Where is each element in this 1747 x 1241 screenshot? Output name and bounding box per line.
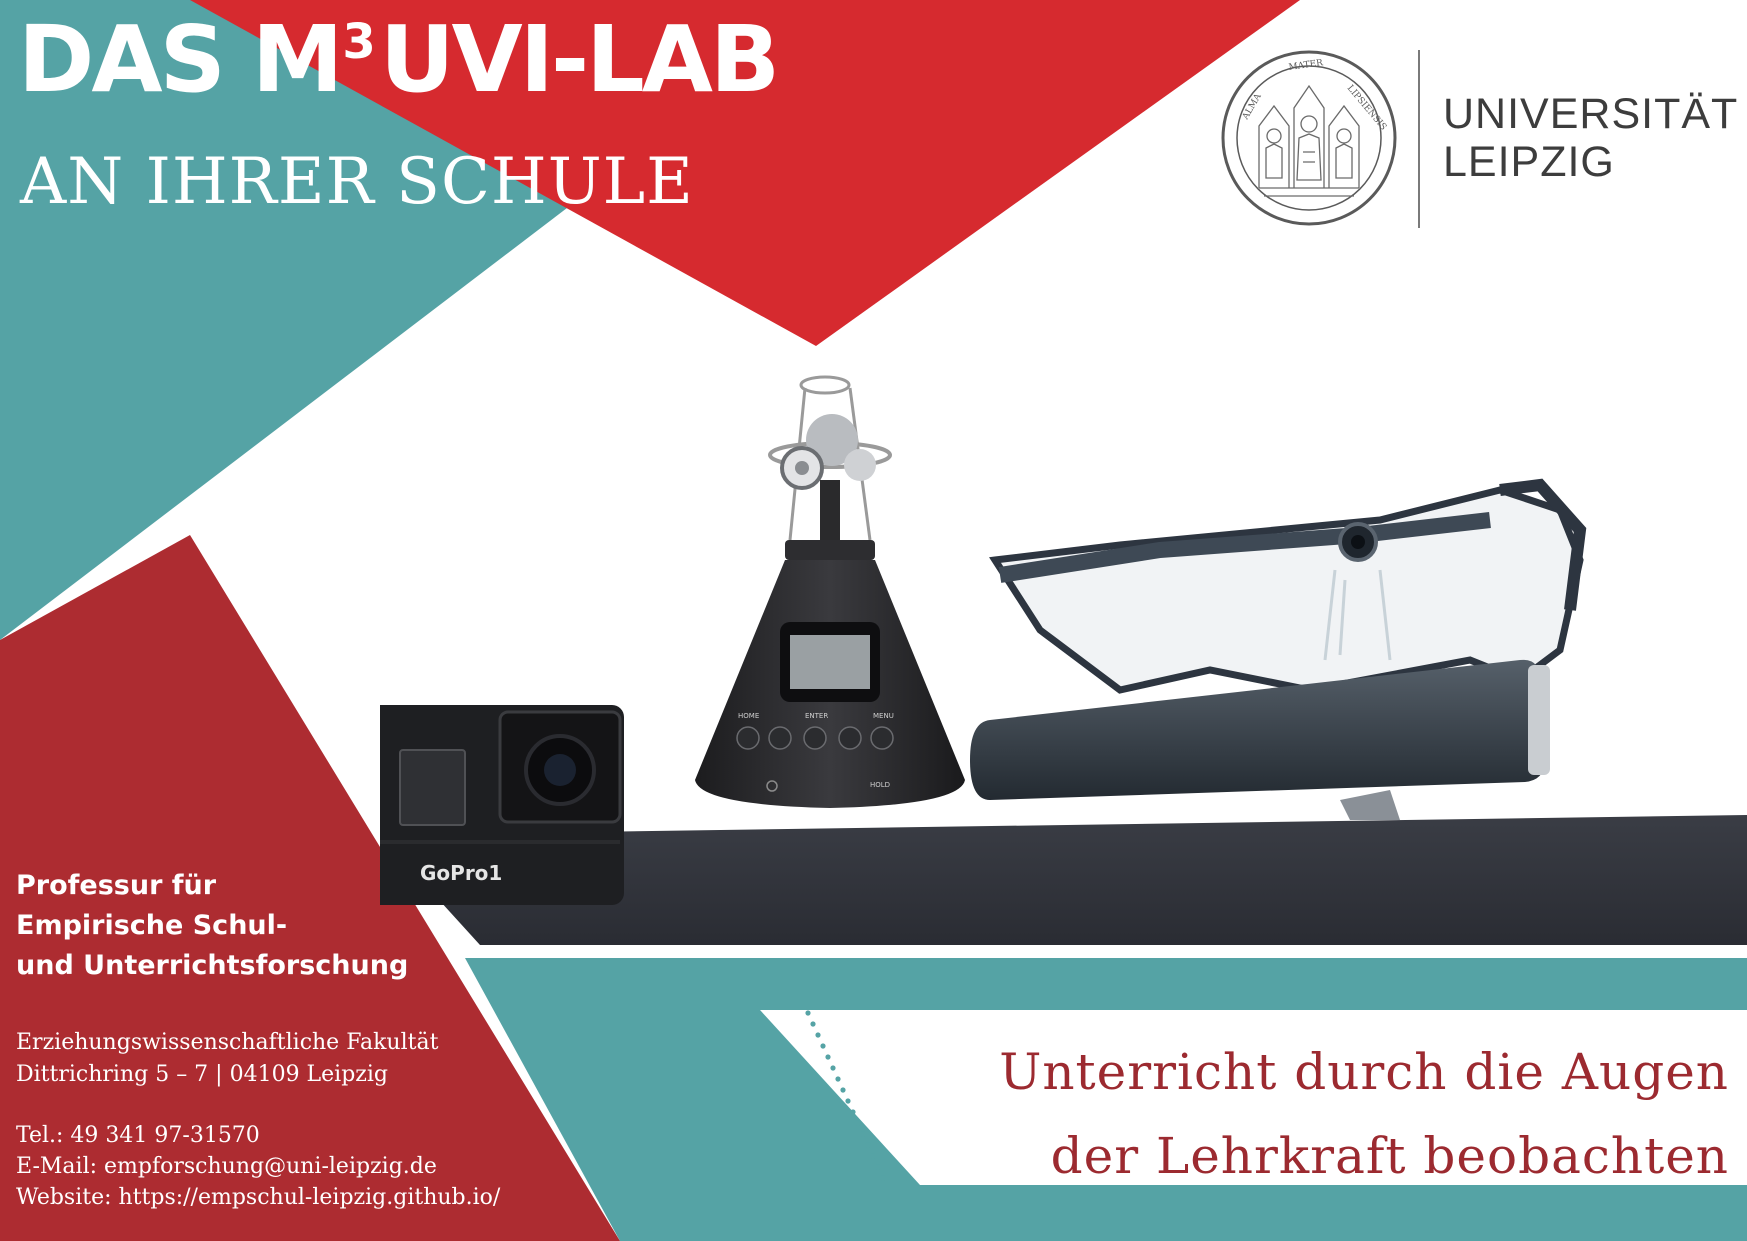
poster: DAS M3UVI-LAB AN IHRER SCHULE ALMA MATER… <box>0 0 1747 1241</box>
website-line[interactable]: Website: https://empschul-leipzig.github… <box>16 1182 500 1213</box>
university-name-line1: UNIVERSITÄT <box>1443 90 1739 138</box>
gopro-label: GoPro1 <box>420 861 502 885</box>
tagline: Unterricht durch die Augen der Lehrkraft… <box>999 1030 1729 1198</box>
equipment-photo: GoPro1 HOME ENTER MENU HOLD <box>380 375 1747 945</box>
institute-name: Professur für Empirische Schul- und Unte… <box>16 866 408 986</box>
title-prefix: DAS M <box>18 6 343 113</box>
faculty-line: Erziehungswissenschaftliche Fakultät <box>16 1030 439 1055</box>
recorder-button-menu: MENU <box>873 712 894 720</box>
institute-line1: Professur für <box>16 870 217 901</box>
street-line: Dittrichring 5 – 7 | 04109 Leipzig <box>16 1062 389 1087</box>
eye-tracking-glasses <box>989 478 1587 694</box>
university-name: UNIVERSITÄT LEIPZIG <box>1443 90 1738 186</box>
university-seal-icon: ALMA MATER LIPSIENSIS <box>1221 50 1397 226</box>
recorder-button-enter: ENTER <box>805 712 828 720</box>
contact-info: Tel.: 49 341 97-31570 E-Mail: empforschu… <box>16 1120 500 1213</box>
title-superscript: 3 <box>342 14 376 70</box>
logo-divider <box>1418 50 1420 228</box>
action-camera: GoPro1 <box>380 705 624 905</box>
recording-unit <box>970 659 1550 820</box>
institute-line2: Empirische Schul- <box>16 910 288 941</box>
title-suffix: UVI-LAB <box>379 6 780 113</box>
institute-line3: und Unterrichtsforschung <box>16 950 409 981</box>
poster-subtitle: AN IHRER SCHULE <box>20 145 694 219</box>
recorder-button-home: HOME <box>738 712 759 720</box>
poster-title: DAS M3UVI-LAB <box>18 14 780 106</box>
university-name-line2: LEIPZIG <box>1443 138 1615 186</box>
university-logo: ALMA MATER LIPSIENSIS UNIVERSITÄT LEIPZI… <box>1215 46 1737 228</box>
recorder-hold-label: HOLD <box>870 781 890 789</box>
postal-address: Erziehungswissenschaftliche Fakultät Dit… <box>16 1027 438 1091</box>
email-line[interactable]: E-Mail: empforschung@uni-leipzig.de <box>16 1151 500 1182</box>
tagline-line2: der Lehrkraft beobachten <box>1050 1127 1729 1185</box>
tagline-line1: Unterricht durch die Augen <box>999 1043 1729 1101</box>
phone-line: Tel.: 49 341 97-31570 <box>16 1123 260 1148</box>
audio-recorder: HOME ENTER MENU HOLD <box>695 375 965 808</box>
